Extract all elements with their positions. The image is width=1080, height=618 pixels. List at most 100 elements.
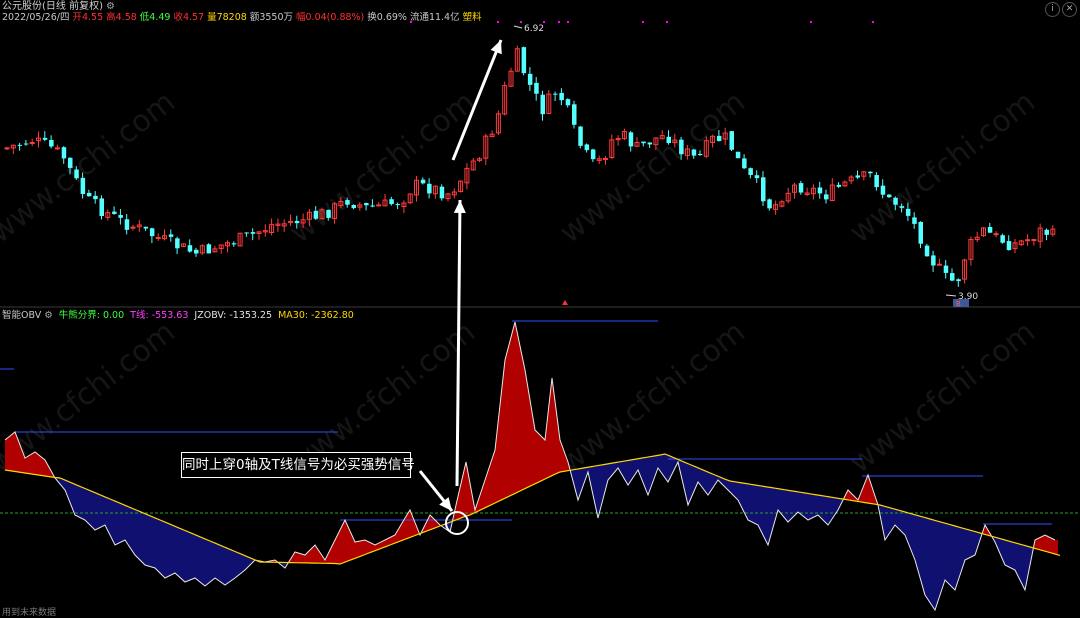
quote-close: 收4.57 [173, 12, 205, 23]
candle-body [590, 149, 596, 160]
candle-body [345, 200, 350, 205]
candle-body [868, 171, 873, 174]
signal-marker [567, 21, 569, 23]
high-price-label: 6.92 [524, 24, 544, 34]
candle-body [93, 195, 98, 200]
indicator-ma30-label: MA30: -2362.80 [278, 310, 354, 321]
candle-body [175, 238, 180, 249]
candle-body [288, 220, 293, 223]
candle-body [143, 226, 149, 229]
close-icon[interactable]: ✕ [1062, 2, 1077, 17]
title-settings-icon[interactable]: ⚙ [106, 1, 115, 12]
chart-title-bar: 公元股份(日线 前复权) ⚙ [2, 1, 118, 12]
signal-marker [543, 21, 545, 23]
indicator-name[interactable]: 智能OBV [2, 310, 41, 321]
candle-body [68, 157, 73, 168]
candle-body [572, 104, 577, 125]
candle-body [924, 245, 930, 257]
candle-body [370, 205, 375, 207]
signal-marker [558, 21, 560, 23]
candle-body [836, 184, 842, 187]
obv-bear-fill [992, 536, 1034, 590]
candle-body [130, 226, 136, 229]
candle-body [767, 199, 772, 209]
obv-bear-fill [571, 454, 844, 545]
candle-body [628, 132, 634, 147]
candle-body [231, 243, 237, 245]
candle-body [118, 215, 123, 218]
indicator-zero-line-label: 牛熊分界: 0.00 [58, 310, 125, 321]
candle-body [993, 233, 999, 236]
candle-body [527, 73, 533, 85]
quote-low: 低4.49 [139, 12, 171, 23]
candle-body [855, 175, 860, 178]
candle-body [364, 203, 369, 206]
stock-title: 公元股份(日线 前复权) [2, 1, 103, 12]
candle-body [754, 175, 760, 179]
quote-date: 2022/05/26/四 [2, 12, 70, 23]
stock-chart-canvas: 6.923.90B [0, 21, 1080, 612]
candle-body [666, 136, 671, 144]
candle-body [80, 177, 86, 194]
high-price-pointer [513, 25, 523, 29]
candle-body [534, 82, 539, 94]
annotation-arrow-diagonal [451, 39, 503, 161]
signal-marker [497, 21, 499, 23]
candle-body [716, 135, 722, 141]
candle-body [880, 185, 886, 195]
candle-body [798, 183, 804, 193]
candle-body [918, 221, 923, 244]
candle-body [936, 263, 942, 266]
candle-body [61, 147, 67, 159]
candle-body [42, 137, 48, 140]
candle-body [74, 169, 79, 179]
candle-body [817, 187, 823, 194]
candle-body [351, 204, 356, 209]
signal-marker [872, 21, 874, 23]
candle-body [168, 234, 174, 237]
obv-bull-fill [421, 515, 441, 534]
quote-info-bar: 2022/05/26/四 开4.55 高4.58 低4.49 收4.57 量78208 额3… [2, 12, 485, 23]
buy-signal-tag-text: B [956, 300, 961, 308]
candle-body [540, 94, 545, 115]
candle-body [112, 211, 117, 214]
obv-bull-fill [453, 322, 571, 522]
candle-body [1025, 239, 1031, 242]
candle-body [420, 179, 426, 184]
candle-body [124, 219, 130, 230]
candle-body [389, 199, 394, 205]
signal-marker [810, 21, 812, 23]
signal-marker [666, 21, 668, 23]
candle-body [250, 232, 256, 234]
candle-body [4, 147, 10, 150]
candle-body [987, 226, 993, 233]
candle-body [17, 144, 23, 146]
indicator-settings-icon[interactable]: ⚙ [44, 310, 53, 321]
signal-callout-box: 同时上穿0轴及T线信号为必买强势信号 [181, 452, 415, 478]
quote-amount: 额3550万 [249, 12, 294, 23]
candle-body [326, 209, 331, 218]
candle-body [899, 206, 905, 208]
candle-body [905, 208, 911, 216]
candle-body [887, 194, 892, 198]
candle-body [194, 249, 199, 254]
indicator-t-line-label: T线: -553.63 [130, 310, 189, 321]
candle-body [155, 236, 161, 239]
event-marker-icon [562, 300, 568, 305]
candle-body [950, 273, 955, 281]
candle-body [679, 139, 684, 155]
candle-body [1031, 239, 1037, 242]
candle-body [206, 244, 212, 254]
low-price-pointer [945, 294, 957, 297]
quote-high: 高4.58 [106, 12, 137, 23]
candle-body [893, 197, 898, 205]
candle-body [912, 217, 917, 224]
candle-body [49, 140, 54, 147]
candle-body [691, 149, 697, 156]
quote-float-cap: 流通11.4亿 [409, 12, 460, 23]
annotation-arrow-vertical [455, 199, 462, 487]
candle-body [647, 142, 653, 145]
info-icon[interactable]: i [1045, 2, 1060, 17]
signal-marker [520, 21, 522, 23]
quote-sector[interactable]: 塑料 [463, 12, 482, 23]
